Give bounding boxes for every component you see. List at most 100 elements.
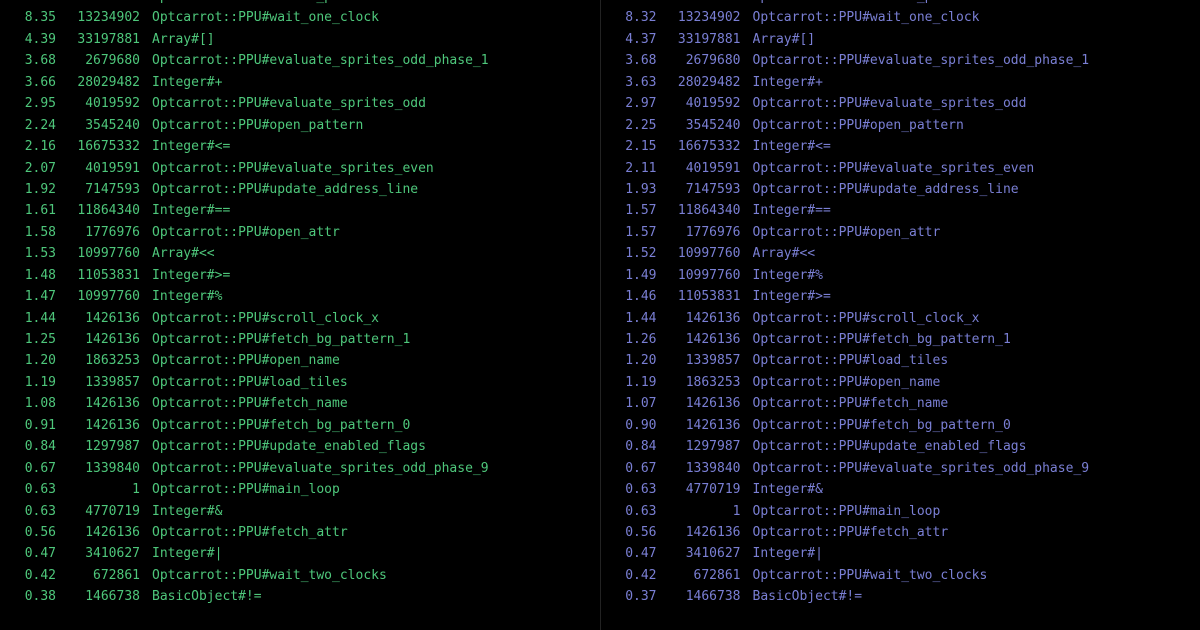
calls-value: 28029482 (60, 72, 152, 93)
method-name: Optcarrot::PPU#open_name (753, 372, 1193, 393)
calls-value: 1339840 (661, 458, 753, 479)
method-name: Array#<< (753, 243, 1193, 264)
profiler-row: 4.3933197881Array#[] (8, 29, 592, 50)
calls-value: 1426136 (60, 308, 152, 329)
method-name: Optcarrot::PPU#fetch_attr (753, 522, 1193, 543)
pct-value: 2.95 (8, 93, 60, 114)
calls-value: 1426136 (60, 522, 152, 543)
pct-value: 0.84 (8, 436, 60, 457)
profiler-row: 1.081426136Optcarrot::PPU#fetch_name (8, 393, 592, 414)
profiler-row: 1.201863253Optcarrot::PPU#open_name (8, 350, 592, 371)
calls-value: 672861 (661, 565, 753, 586)
profiler-row: 0.473410627Integer#| (609, 543, 1193, 564)
calls-value: 13234902 (60, 7, 152, 28)
pct-value: 2.07 (8, 158, 60, 179)
method-name: Optcarrot::PPU#update_enabled_flags (753, 436, 1193, 457)
calls-value: 3410627 (661, 543, 753, 564)
pct-value: 0.63 (609, 501, 661, 522)
method-name: Optcarrot::PPU#main_loop (152, 479, 592, 500)
profiler-row: 0.841297987Optcarrot::PPU#update_enabled… (609, 436, 1193, 457)
pct-value: 1.57 (609, 200, 661, 221)
method-name: Optcarrot::PPU#wait_one_clock (753, 7, 1193, 28)
calls-value: 672861 (60, 565, 152, 586)
method-name: Optcarrot::PPU#open_pattern (152, 115, 592, 136)
profiler-row: 1.191863253Optcarrot::PPU#open_name (609, 372, 1193, 393)
profiler-row: 1.261426136Optcarrot::PPU#fetch_bg_patte… (609, 329, 1193, 350)
calls-value: 1426136 (661, 522, 753, 543)
pct-value: 0.38 (8, 586, 60, 607)
profiler-row: 3.6328029482Integer#+ (609, 72, 1193, 93)
pct-value: 1.52 (609, 243, 661, 264)
calls-value: 4770719 (661, 479, 753, 500)
pct-value: 4.39 (8, 29, 60, 50)
profiler-row: 0.561426136Optcarrot::PPU#fetch_attr (609, 522, 1193, 543)
profiler-row: 0.671339840Optcarrot::PPU#evaluate_sprit… (8, 458, 592, 479)
profiler-row: 2.243545240Optcarrot::PPU#open_pattern (8, 115, 592, 136)
calls-value: 1339857 (661, 350, 753, 371)
profiler-row: 1.4710997760Integer#% (8, 286, 592, 307)
pct-value: 2.15 (609, 136, 661, 157)
calls-value: 1 (661, 501, 753, 522)
profiler-row: 0.634770719Integer#& (609, 479, 1193, 500)
calls-value: 28029482 (661, 72, 753, 93)
method-name: BasicObject#!= (753, 586, 1193, 607)
calls-value: 4019591 (60, 158, 152, 179)
profiler-row: 1.441426136Optcarrot::PPU#scroll_clock_x (8, 308, 592, 329)
profiler-row: 2.1616675332Integer#<= (8, 136, 592, 157)
calls-value: 1339857 (60, 372, 152, 393)
profiler-row: 8.3513234902Optcarrot::PPU#wait_one_cloc… (8, 7, 592, 28)
profiler-row: 1.937147593Optcarrot::PPU#update_address… (609, 179, 1193, 200)
pct-value: 1.20 (609, 350, 661, 371)
pct-value: 2.97 (609, 93, 661, 114)
profiler-row: 1.251426136Optcarrot::PPU#fetch_bg_patte… (8, 329, 592, 350)
pct-value: 0.84 (609, 436, 661, 457)
profiler-row: 12.4110997760Optcarrot::PPU#render_pixel (609, 0, 1193, 7)
method-name: Optcarrot::PPU#wait_two_clocks (753, 565, 1193, 586)
method-name: Optcarrot::PPU#fetch_bg_pattern_0 (753, 415, 1193, 436)
method-name: Integer#| (152, 543, 592, 564)
pct-value: 1.26 (609, 329, 661, 350)
pct-value: 2.25 (609, 115, 661, 136)
method-name: Optcarrot::PPU#scroll_clock_x (152, 308, 592, 329)
pct-value: 0.42 (609, 565, 661, 586)
pct-value: 3.68 (609, 50, 661, 71)
profiler-row: 2.074019591Optcarrot::PPU#evaluate_sprit… (8, 158, 592, 179)
calls-value: 10997760 (60, 286, 152, 307)
method-name: BasicObject#!= (152, 586, 592, 607)
method-name: Integer#>= (152, 265, 592, 286)
method-name: Optcarrot::PPU#scroll_clock_x (753, 308, 1193, 329)
profiler-row: 2.253545240Optcarrot::PPU#open_pattern (609, 115, 1193, 136)
method-name: Array#<< (152, 243, 592, 264)
method-name: Optcarrot::PPU#load_tiles (753, 350, 1193, 371)
pct-value: 1.25 (8, 329, 60, 350)
method-name: Optcarrot::PPU#fetch_bg_pattern_1 (152, 329, 592, 350)
calls-value: 16675332 (60, 136, 152, 157)
pct-value: 8.32 (609, 7, 661, 28)
method-name: Optcarrot::PPU#evaluate_sprites_odd_phas… (152, 50, 592, 71)
method-name: Array#[] (152, 29, 592, 50)
method-name: Optcarrot::PPU#open_name (152, 350, 592, 371)
pct-value: 0.47 (8, 543, 60, 564)
profiler-row: 0.634770719Integer#& (8, 501, 592, 522)
pct-value: 12.41 (8, 0, 60, 7)
calls-value: 10997760 (661, 243, 753, 264)
profiler-row: 1.927147593Optcarrot::PPU#update_address… (8, 179, 592, 200)
calls-value: 1297987 (661, 436, 753, 457)
profiler-row: 8.3213234902Optcarrot::PPU#wait_one_cloc… (609, 7, 1193, 28)
pct-value: 0.63 (8, 479, 60, 500)
profiler-row: 2.114019591Optcarrot::PPU#evaluate_sprit… (609, 158, 1193, 179)
calls-value: 1339840 (60, 458, 152, 479)
calls-value: 1426136 (60, 393, 152, 414)
pct-value: 0.67 (8, 458, 60, 479)
method-name: Optcarrot::PPU#open_attr (753, 222, 1193, 243)
method-name: Optcarrot::PPU#evaluate_sprites_odd_phas… (753, 458, 1193, 479)
pct-value: 1.44 (609, 308, 661, 329)
method-name: Optcarrot::PPU#update_address_line (152, 179, 592, 200)
pct-value: 1.57 (609, 222, 661, 243)
calls-value: 10997760 (60, 243, 152, 264)
method-name: Optcarrot::PPU#wait_one_clock (152, 7, 592, 28)
profiler-row: 0.371466738BasicObject#!= (609, 586, 1193, 607)
calls-value: 1776976 (661, 222, 753, 243)
calls-value: 2679680 (661, 50, 753, 71)
method-name: Optcarrot::PPU#fetch_bg_pattern_1 (753, 329, 1193, 350)
